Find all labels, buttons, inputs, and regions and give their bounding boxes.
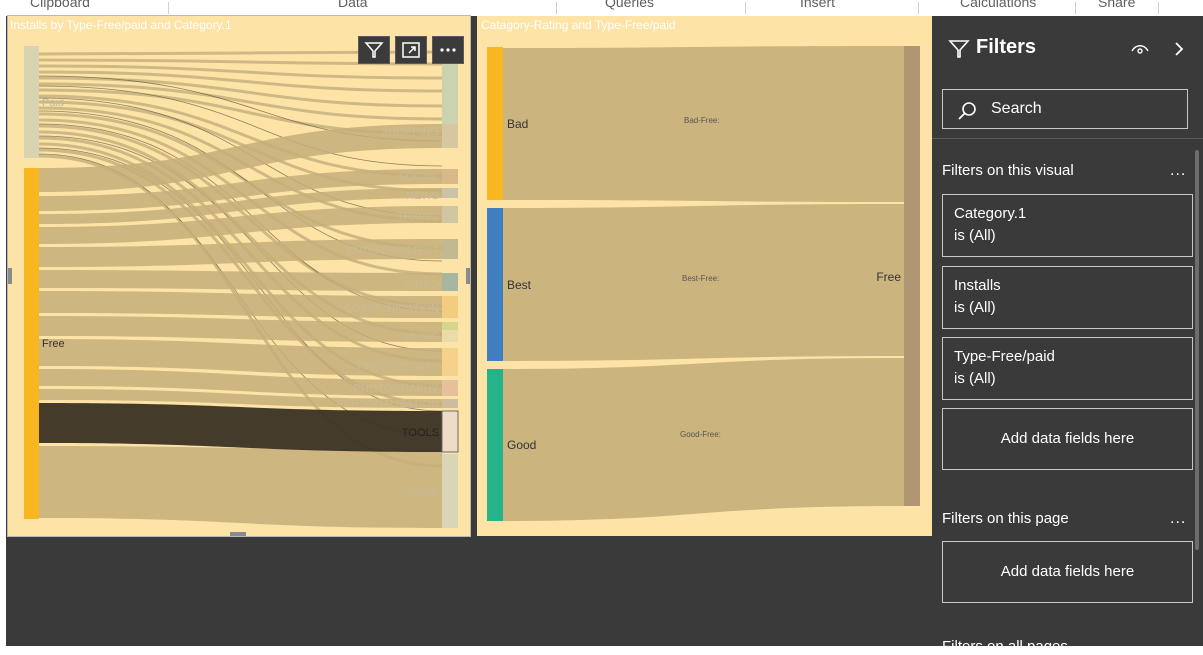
label-social: SOCIAL xyxy=(399,171,439,183)
add-fields-visual-dropzone[interactable]: Add data fields here xyxy=(942,408,1193,470)
ribbon-separator xyxy=(745,2,746,14)
label-tools: TOOLS xyxy=(402,427,439,439)
label-travel: TRAVEL xyxy=(397,211,439,223)
pane-scrollbar[interactable] xyxy=(1195,150,1199,550)
ribbon-group-share[interactable]: Share xyxy=(1098,0,1135,10)
visual-title-installs: Installs by Type-Free/paid and Category.… xyxy=(10,18,232,32)
free-links xyxy=(39,124,442,528)
resize-handle-bottom[interactable] xyxy=(230,532,246,536)
ribbon-separator xyxy=(1158,2,1159,14)
label-paid: Paid xyxy=(42,97,64,109)
filter-state: is (All) xyxy=(954,299,996,316)
rating-sankey-visual[interactable]: Bad Best Good Bad-Free: Best-Free: Good-… xyxy=(477,16,932,536)
eye-icon[interactable] xyxy=(1130,42,1150,56)
label-entertainment: ENTERTAINMENT xyxy=(347,245,440,257)
focus-mode-icon xyxy=(402,42,420,58)
label-shopping: SHOPPING xyxy=(381,126,439,138)
ribbon-group-queries[interactable]: Queries xyxy=(605,0,654,10)
add-fields-label: Add data fields here xyxy=(1000,563,1135,580)
visual-title-rating: Catagory-Rating and Type-Free/paid xyxy=(481,18,676,32)
tools-link-highlight xyxy=(39,403,442,452)
category-nodes[interactable] xyxy=(441,46,459,528)
focus-mode-button[interactable] xyxy=(395,36,427,64)
pane-divider xyxy=(932,138,1203,139)
filter-state: is (All) xyxy=(954,370,996,387)
ribbon-group-data[interactable]: Data xyxy=(338,0,368,10)
label-good-free: Good-Free: xyxy=(680,430,721,439)
filter-card-installs[interactable]: Installs is (All) xyxy=(942,266,1193,329)
label-bad-free: Bad-Free: xyxy=(684,116,720,125)
filter-icon xyxy=(948,40,970,58)
section-filters-on-all-pages: Filters on all pages xyxy=(942,638,1068,655)
label-good: Good xyxy=(507,438,536,452)
filter-card-category[interactable]: Category.1 is (All) xyxy=(942,194,1193,257)
filters-title: Filters xyxy=(976,36,1037,58)
label-best: Best xyxy=(507,278,532,292)
label-communication: COMMUNICATION xyxy=(344,303,439,315)
resize-handle-left[interactable] xyxy=(8,268,12,284)
node-good[interactable] xyxy=(487,369,503,521)
node-best[interactable] xyxy=(487,208,503,361)
ribbon-separator xyxy=(918,2,919,14)
section-visual-more[interactable]: ... xyxy=(1170,162,1186,180)
visual-filter-button[interactable] xyxy=(358,36,390,64)
search-icon xyxy=(958,102,976,120)
filter-state: is (All) xyxy=(954,227,996,244)
label-video: VIDEO xyxy=(405,279,440,291)
node-free-rating[interactable] xyxy=(904,46,920,506)
ribbon-separator xyxy=(168,2,169,14)
search-placeholder: Search xyxy=(991,100,1042,117)
section-filters-on-page: Filters on this page xyxy=(942,510,1069,527)
more-options-button[interactable] xyxy=(432,36,464,64)
ribbon-group-calculations[interactable]: Calculations xyxy=(960,0,1036,10)
link-good-free xyxy=(503,358,904,521)
more-options-icon xyxy=(440,48,456,52)
ribbon-separator xyxy=(1075,2,1076,14)
installs-sankey-chart[interactable]: Paid Free SHOPPING SOCIAL NEWS TRAVEL EN… xyxy=(8,16,470,536)
label-music: MUSIC xyxy=(404,331,440,343)
label-free: Free xyxy=(42,338,65,350)
ribbon-group-clipboard[interactable]: Clipboard xyxy=(30,0,90,10)
node-bad[interactable] xyxy=(487,47,503,200)
label-bad: Bad xyxy=(507,117,528,131)
ribbon-separator xyxy=(556,2,557,14)
label-photography: PHOTOGRAPHY xyxy=(354,383,440,395)
section-filters-on-visual: Filters on this visual xyxy=(942,162,1074,179)
ribbon-group-insert[interactable]: Insert xyxy=(800,0,835,10)
filter-card-type[interactable]: Type-Free/paid is (All) xyxy=(942,337,1193,400)
label-game: GAME xyxy=(407,487,439,499)
node-free[interactable] xyxy=(24,168,39,519)
section-page-more[interactable]: ... xyxy=(1170,510,1186,528)
installs-sankey-visual[interactable]: Paid Free SHOPPING SOCIAL NEWS TRAVEL EN… xyxy=(7,15,471,537)
label-best-free: Best-Free: xyxy=(682,274,719,283)
node-paid[interactable] xyxy=(24,46,39,158)
chevron-right-icon[interactable] xyxy=(1172,40,1186,58)
label-free-rating: Free xyxy=(876,270,901,284)
label-productivity: PRODUCTIVITY xyxy=(357,361,440,373)
filter-field-name: Installs xyxy=(954,277,1001,294)
add-fields-label: Add data fields here xyxy=(1000,430,1135,447)
filter-icon xyxy=(364,42,384,58)
filters-pane: Filters Search Filters on this visual ..… xyxy=(932,16,1203,655)
filters-search-input[interactable]: Search xyxy=(942,89,1188,129)
resize-handle-right[interactable] xyxy=(466,268,470,284)
label-personalization: PERSONALIZATION xyxy=(337,398,440,410)
label-news: NEWS xyxy=(406,190,439,202)
rating-sankey-chart[interactable]: Bad Best Good Bad-Free: Best-Free: Good-… xyxy=(477,16,932,536)
filter-field-name: Category.1 xyxy=(954,205,1027,222)
filter-field-name: Type-Free/paid xyxy=(954,348,1055,365)
add-fields-page-dropzone[interactable]: Add data fields here xyxy=(942,541,1193,603)
